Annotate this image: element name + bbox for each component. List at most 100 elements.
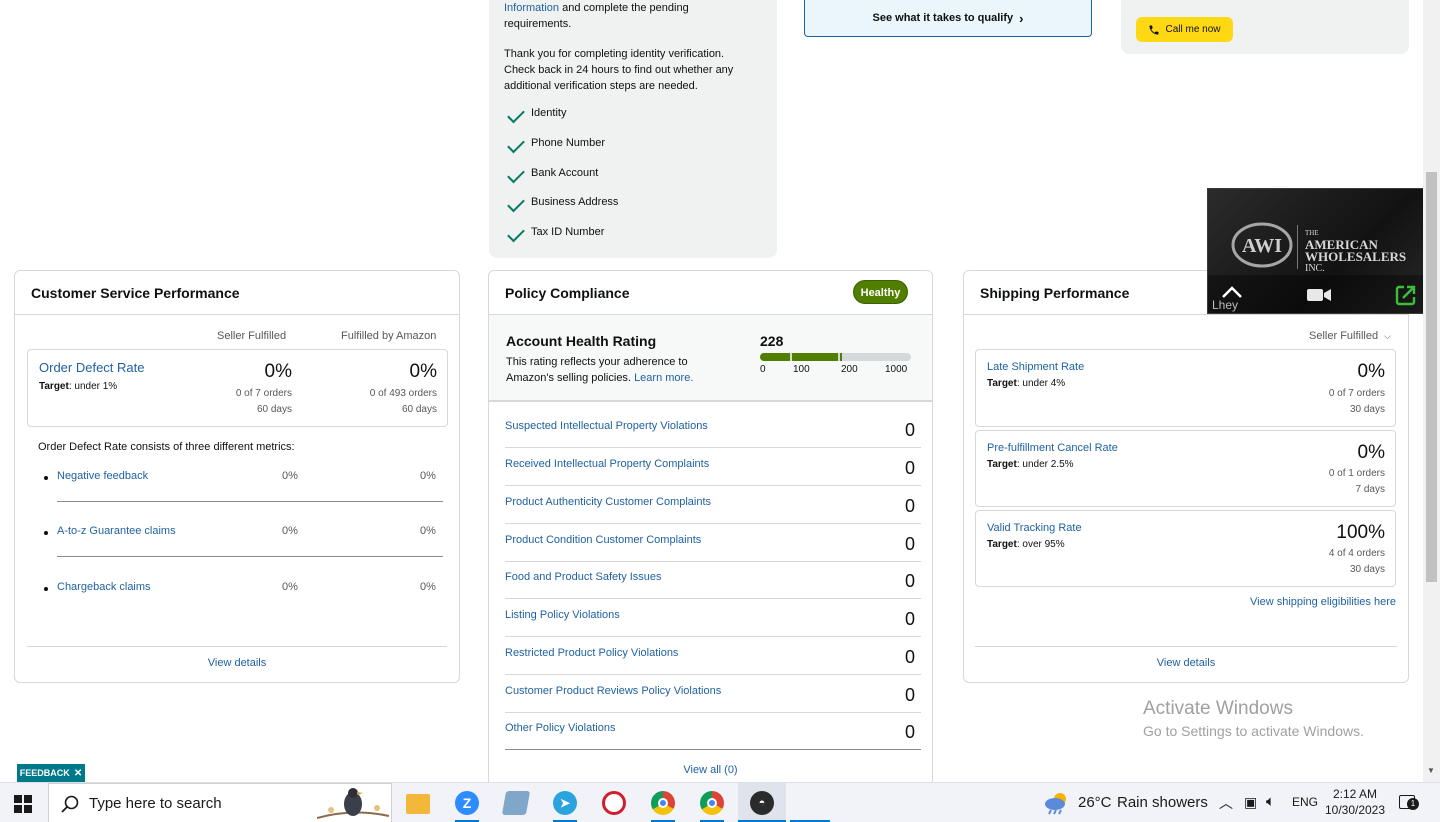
feedback-tab[interactable]: FEEDBACK ✕ — [17, 764, 85, 782]
metric-fba-value: 0% — [420, 525, 436, 537]
ahr-gauge — [760, 353, 911, 361]
metric-sf-value: 0% — [282, 525, 298, 537]
notification-center-icon[interactable]: 1 — [1399, 795, 1419, 810]
info-text-2: requirements. — [504, 18, 572, 30]
policy-row-link[interactable]: Other Policy Violations — [505, 722, 615, 734]
policy-row-link[interactable]: Received Intellectual Property Complaint… — [505, 458, 709, 470]
shipping-metric-link[interactable]: Late Shipment Rate — [987, 361, 1084, 373]
weather-text[interactable]: Rain showers — [1117, 794, 1208, 811]
verification-item-label: Tax ID Number — [531, 226, 605, 238]
opera-icon[interactable] — [602, 791, 626, 815]
metric-sf-value: 0% — [282, 581, 298, 593]
gauge-tick: 1000 — [885, 364, 908, 375]
shipping-metric-link[interactable]: Pre-fulfillment Cancel Rate — [987, 442, 1118, 454]
weather-rain-icon[interactable] — [1043, 791, 1071, 815]
clock-time: 2:12 AM — [1332, 787, 1378, 801]
windows-start-icon[interactable] — [14, 795, 32, 813]
meet-now-icon[interactable]: ▣ — [1244, 794, 1257, 811]
policy-row: Customer Product Reviews Policy Violatio… — [505, 675, 921, 713]
metric-sf-value: 0% — [282, 470, 298, 482]
policy-row-link[interactable]: Food and Product Safety Issues — [505, 571, 662, 583]
policy-row-link[interactable]: Suspected Intellectual Property Violatio… — [505, 420, 708, 432]
qualify-button[interactable]: See what it takes to qualify › — [804, 0, 1092, 37]
company-logo-icon: AWI — [1231, 222, 1293, 268]
language-indicator[interactable]: ENG — [1292, 795, 1318, 809]
feedback-label: FEEDBACK — [19, 768, 70, 778]
policy-row-link[interactable]: Restricted Product Policy Violations — [505, 647, 678, 659]
scroll-down-arrow-icon[interactable]: ▼ — [1427, 766, 1435, 775]
svg-text:AWI: AWI — [1242, 235, 1282, 257]
shipping-view-details-link[interactable]: View details — [964, 657, 1408, 669]
view-all-link[interactable]: View all (0) — [489, 764, 932, 776]
photos-app-icon: ◓ — [750, 791, 774, 815]
shipping-metric-target: Target: under 4% — [987, 378, 1065, 389]
camera-icon[interactable] — [1306, 287, 1332, 303]
windows-taskbar: Type here to search Z ➤ ◓ 26°C Rain show… — [0, 782, 1440, 822]
odr-sf-value: 0% — [264, 361, 292, 382]
qualify-label: See what it takes to qualify — [872, 12, 1014, 24]
column-header-seller-fulfilled: Seller Fulfilled — [217, 330, 287, 342]
clock[interactable]: 2:12 AM 10/30/2023 — [1322, 786, 1388, 818]
csp-view-details-link[interactable]: View details — [15, 657, 459, 669]
target-value: : over 95% — [1016, 539, 1065, 550]
thanks-line-1: Thank you for completing identity verifi… — [504, 48, 725, 60]
logo-text-line-4: INC. — [1305, 263, 1325, 274]
notes-app-icon[interactable] — [501, 791, 531, 815]
check-icon — [507, 135, 525, 154]
chrome-profile-icon[interactable] — [700, 791, 724, 815]
scrollbar-thumb[interactable] — [1426, 172, 1437, 582]
shipping-metric-value: 0% — [1357, 361, 1385, 382]
policy-row-link[interactable]: Customer Product Reviews Policy Violatio… — [505, 685, 721, 697]
policy-row-link[interactable]: Listing Policy Violations — [505, 609, 620, 621]
policy-row: Restricted Product Policy Violations 0 — [505, 637, 921, 675]
zoom-app-icon[interactable]: Z — [455, 791, 479, 815]
weather-temp[interactable]: 26°C — [1078, 794, 1112, 811]
verification-item-label: Phone Number — [531, 137, 605, 149]
target-label: Target — [987, 539, 1017, 550]
check-icon — [507, 165, 525, 184]
gauge-tick: 200 — [841, 364, 858, 375]
target-label: Target — [987, 378, 1017, 389]
close-icon[interactable]: ✕ — [74, 768, 82, 779]
gauge-tick: 100 — [793, 364, 810, 375]
watermark-title: Activate Windows — [1143, 698, 1293, 719]
shipping-eligibility-link[interactable]: View shipping eligibilities here — [1250, 596, 1396, 608]
chevron-up-icon[interactable]: ︿ — [1219, 793, 1233, 813]
order-defect-rate-link[interactable]: Order Defect Rate — [39, 360, 145, 375]
video-call-window[interactable]: AWI THE AMERICAN WHOLESALERS INC. Lhey — [1207, 188, 1431, 314]
active-app-highlight[interactable]: ◓ — [738, 783, 786, 822]
verification-item-label: Business Address — [531, 196, 619, 208]
metric-link[interactable]: Chargeback claims — [57, 581, 151, 593]
thanks-line-3: additional verification steps are needed… — [504, 80, 698, 92]
chevron-right-icon: › — [1019, 10, 1024, 26]
policy-row-link[interactable]: Product Authenticity Customer Complaints — [505, 496, 711, 508]
policy-row-value: 0 — [904, 534, 915, 554]
call-me-now-button[interactable]: Call me now — [1136, 17, 1233, 42]
volume-icon[interactable]: 🔈︎ — [1266, 793, 1275, 810]
scrollbar[interactable]: ▼ — [1423, 0, 1440, 782]
metric-fba-value: 0% — [420, 581, 436, 593]
external-open-icon[interactable] — [1395, 284, 1417, 306]
metric-link[interactable]: A-to-z Guarantee claims — [57, 525, 176, 537]
information-link[interactable]: Information — [504, 2, 559, 14]
card-title: Shipping Performance — [980, 285, 1130, 301]
file-explorer-icon[interactable] — [406, 794, 430, 814]
learn-more-link[interactable]: Learn more. — [634, 372, 693, 384]
odr-sf-days: 60 days — [256, 404, 292, 415]
telegram-icon[interactable]: ➤ — [553, 791, 577, 815]
chevron-up-icon[interactable] — [1221, 285, 1243, 299]
chrome-icon[interactable] — [651, 791, 675, 815]
status-badge: Healthy — [853, 280, 908, 304]
shipping-metric-value: 0% — [1357, 442, 1385, 463]
shipping-metric-link[interactable]: Valid Tracking Rate — [987, 522, 1082, 534]
policy-row: Food and Product Safety Issues 0 — [505, 561, 921, 599]
policy-row-link[interactable]: Product Condition Customer Complaints — [505, 534, 701, 546]
metric-link[interactable]: Negative feedback — [57, 470, 148, 482]
policy-row-value: 0 — [904, 496, 915, 516]
verification-item-label: Identity — [531, 107, 567, 119]
fulfillment-filter-dropdown[interactable]: Seller Fulfilled ⌵ — [1309, 330, 1391, 342]
metric-fba-value: 0% — [420, 470, 436, 482]
odr-sf-orders: 0 of 7 orders — [235, 388, 292, 399]
taskbar-search-box[interactable]: Type here to search — [48, 783, 392, 822]
shipping-performance-card: Shipping Performance Seller Fulfilled ⌵ … — [963, 270, 1409, 683]
